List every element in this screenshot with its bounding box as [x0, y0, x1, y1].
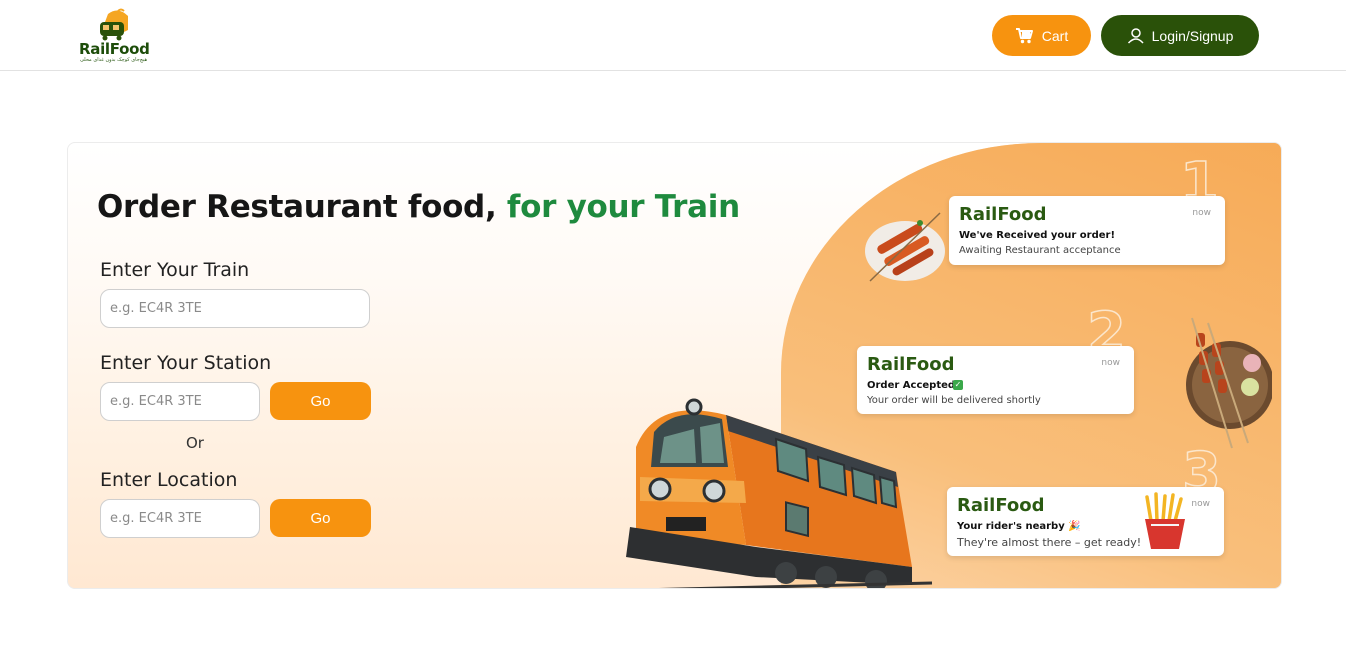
notification-title: We've Received your order! [959, 230, 1116, 241]
location-label: Enter Location [100, 469, 238, 491]
notification-brand: RailFood [957, 495, 1045, 516]
station-label: Enter Your Station [100, 352, 272, 374]
login-signup-button[interactable]: Login/Signup [1101, 15, 1259, 56]
skewer-plate-icon [865, 212, 945, 282]
notification-title: Your rider's nearby 🎉 [957, 521, 1081, 532]
location-go-button[interactable]: Go [270, 499, 371, 537]
cart-button[interactable]: Cart [992, 15, 1091, 56]
notification-brand: RailFood [867, 354, 955, 375]
train-label: Enter Your Train [100, 259, 250, 281]
notification-card-1: RailFood now We've Received your order! … [949, 196, 1225, 265]
notification-time: now [1191, 499, 1210, 509]
hero-title-accent: for your Train [506, 189, 740, 225]
hero-card: Order Restaurant food, for your Train En… [67, 142, 1282, 589]
train-illustration [626, 398, 933, 588]
cart-label: Cart [1041, 27, 1069, 44]
hero-title: Order Restaurant food, for your Train [97, 189, 740, 225]
notification-message: Awaiting Restaurant acceptance [959, 245, 1121, 256]
train-input[interactable] [100, 289, 370, 328]
notification-time: now [1192, 208, 1211, 218]
logo-train-icon [100, 8, 128, 41]
cart-icon [1015, 27, 1033, 43]
kebab-plate-icon [1186, 317, 1272, 449]
notification-card-3: RailFood now Your rider's nearby 🎉 They'… [947, 487, 1224, 556]
notification-time: now [1101, 358, 1120, 368]
notification-brand: RailFood [959, 204, 1047, 225]
top-header: RailFood هیچ‌جای کوچک بدون غذای محلی Car… [0, 0, 1346, 71]
logo-text: RailFood [79, 40, 150, 58]
login-signup-label: Login/Signup [1151, 27, 1234, 44]
railfood-logo[interactable]: RailFood هیچ‌جای کوچک بدون غذای محلی [78, 8, 154, 64]
or-separator: Or [186, 434, 204, 452]
hero-title-main: Order Restaurant food, [97, 189, 507, 225]
location-input[interactable] [100, 499, 260, 538]
fries-icon [1145, 492, 1185, 549]
logo-tagline: هیچ‌جای کوچک بدون غذای محلی [80, 57, 148, 63]
notification-message: They're almost there – get ready! [957, 536, 1142, 549]
station-input[interactable] [100, 382, 260, 421]
station-go-button[interactable]: Go [270, 382, 371, 420]
user-icon [1127, 28, 1144, 44]
check-icon: ✓ [953, 380, 963, 390]
